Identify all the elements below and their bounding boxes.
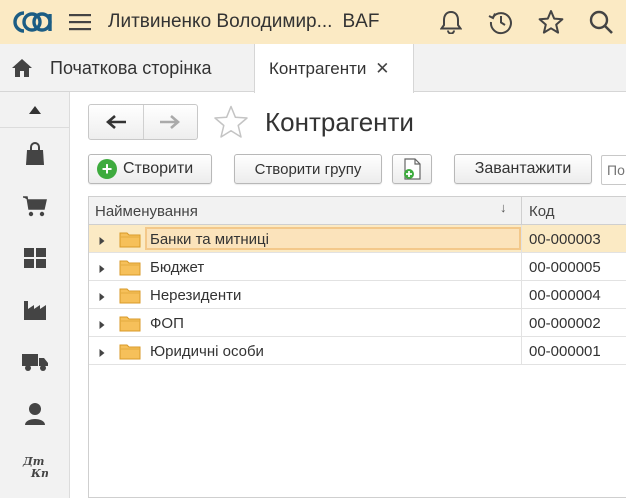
row-code: 00-000002 <box>529 315 601 332</box>
table-row[interactable]: Банки та митниці 00-000003 <box>89 225 626 253</box>
folder-icon <box>119 259 141 280</box>
warehouse-icon[interactable] <box>0 232 69 284</box>
navigation-buttons <box>88 104 198 140</box>
row-name: Бюджет <box>150 259 205 276</box>
expand-caret-icon[interactable] <box>99 233 105 250</box>
plus-icon: + <box>97 159 117 179</box>
form-area: Контрагенти + Створити Створити групу За… <box>70 93 626 498</box>
search-input[interactable] <box>601 155 626 185</box>
row-name: Нерезиденти <box>150 287 242 304</box>
search-icon[interactable] <box>576 0 626 44</box>
home-icon <box>0 44 44 92</box>
create-group-button-label: Створити групу <box>254 160 362 178</box>
row-code: 00-000005 <box>529 259 601 276</box>
create-button[interactable]: + Створити <box>88 154 212 184</box>
main-menu-icon[interactable] <box>64 0 96 44</box>
production-icon[interactable] <box>0 284 69 336</box>
page-title: Контрагенти <box>265 107 414 137</box>
table-row[interactable]: Нерезиденти 00-000004 <box>89 281 626 309</box>
copy-document-icon <box>404 158 421 180</box>
folder-icon <box>119 231 141 252</box>
table-header: Найменування ↓ Код <box>89 197 626 225</box>
open-windows-tabs: Початкова сторінка Контрагенти ✕ <box>0 44 626 93</box>
folder-icon <box>119 343 141 364</box>
app-logo-icon[interactable] <box>8 0 56 44</box>
tab-counterparties-label: Контрагенти <box>269 58 367 78</box>
table-row[interactable]: ФОП 00-000002 <box>89 309 626 337</box>
personnel-icon[interactable] <box>0 388 69 440</box>
purchases-icon[interactable] <box>0 180 69 232</box>
table-row[interactable]: Бюджет 00-000005 <box>89 253 626 281</box>
sections-panel: ДтКт <box>0 92 70 498</box>
close-icon[interactable]: ✕ <box>374 59 390 79</box>
counterparties-table: Найменування ↓ Код Банки та митниці 00-0… <box>88 196 626 498</box>
column-header-code[interactable]: Код <box>529 203 555 220</box>
svg-text:Кт: Кт <box>30 467 48 479</box>
column-header-name[interactable]: Найменування <box>95 203 198 220</box>
folder-icon <box>119 315 141 336</box>
column-divider <box>521 337 522 365</box>
row-code: 00-000003 <box>529 231 601 248</box>
expand-caret-icon[interactable] <box>99 317 105 334</box>
top-bar: Литвиненко Володимир... BAF <box>0 0 626 44</box>
bell-icon[interactable] <box>426 0 476 44</box>
forward-button[interactable] <box>142 105 197 139</box>
sort-arrow-icon: ↓ <box>500 200 507 215</box>
column-divider <box>521 225 522 253</box>
sales-icon[interactable] <box>0 128 69 180</box>
load-button-label: Завантажити <box>474 160 572 177</box>
column-divider <box>521 309 522 337</box>
column-divider <box>521 281 522 309</box>
row-name: Юридичні особи <box>150 343 264 360</box>
history-icon[interactable] <box>476 0 526 44</box>
delivery-icon[interactable] <box>0 336 69 388</box>
row-name: Банки та митниці <box>150 231 269 248</box>
row-name: ФОП <box>150 315 184 332</box>
row-code: 00-000001 <box>529 343 601 360</box>
tab-home-label: Початкова сторінка <box>50 57 212 78</box>
expand-caret-icon[interactable] <box>99 289 105 306</box>
create-button-label: Створити <box>123 160 194 177</box>
tab-home[interactable]: Початкова сторінка <box>0 44 252 92</box>
column-divider[interactable] <box>521 197 522 225</box>
back-button[interactable] <box>89 105 143 139</box>
create-group-button[interactable]: Створити групу <box>234 154 382 184</box>
table-row[interactable]: Юридичні особи 00-000001 <box>89 337 626 365</box>
expand-caret-icon[interactable] <box>99 345 105 362</box>
row-code: 00-000004 <box>529 287 601 304</box>
accounting-icon[interactable]: ДтКт <box>0 440 69 492</box>
folder-icon <box>119 287 141 308</box>
product-name: BAF <box>342 11 380 32</box>
favorite-star-icon[interactable] <box>213 105 249 144</box>
tab-counterparties[interactable]: Контрагенти ✕ <box>254 44 414 93</box>
load-button[interactable]: Завантажити <box>454 154 592 184</box>
scroll-up-icon[interactable] <box>0 92 69 128</box>
column-divider <box>521 253 522 281</box>
expand-caret-icon[interactable] <box>99 261 105 278</box>
current-user-name[interactable]: Литвиненко Володимир... <box>108 11 332 33</box>
star-icon[interactable] <box>526 0 576 44</box>
copy-button[interactable] <box>392 154 432 184</box>
